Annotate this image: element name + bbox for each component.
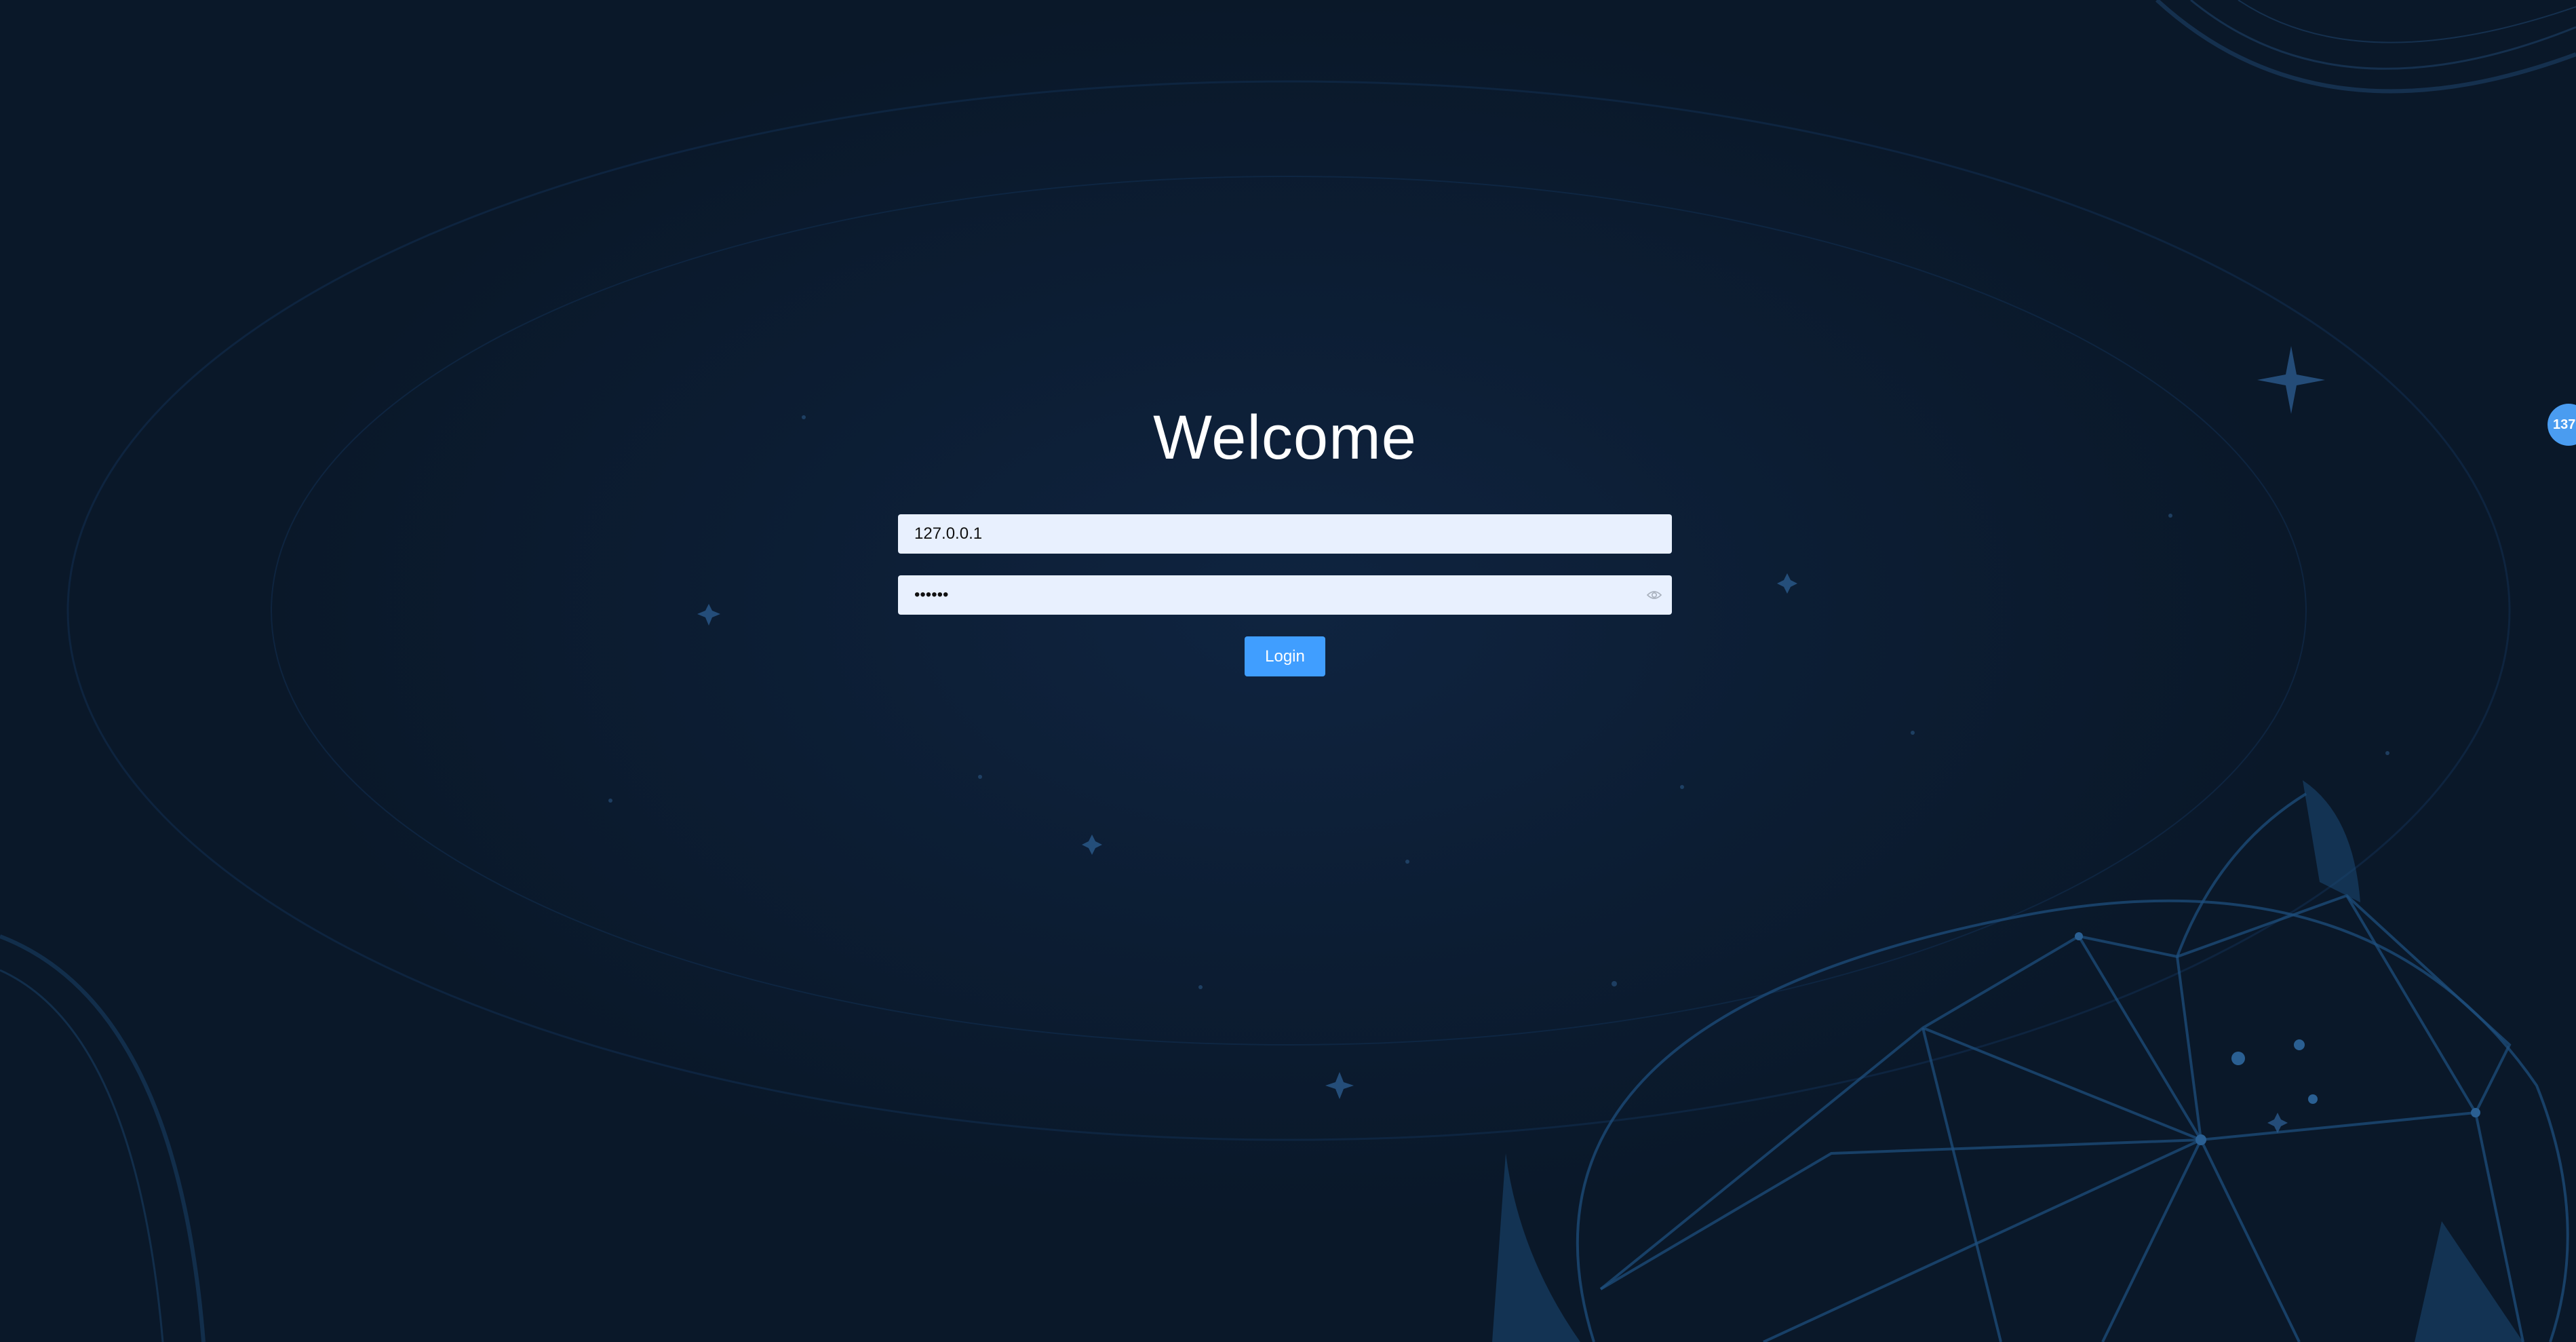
login-button[interactable]: Login bbox=[1245, 636, 1325, 676]
welcome-title: Welcome bbox=[1153, 403, 1417, 472]
password-input[interactable] bbox=[898, 575, 1672, 615]
host-input[interactable] bbox=[898, 514, 1672, 554]
password-field[interactable] bbox=[898, 575, 1672, 615]
host-field[interactable] bbox=[898, 514, 1672, 554]
side-badge-label: 137 bbox=[2553, 417, 2576, 432]
login-panel: Welcome Login bbox=[898, 400, 1672, 676]
login-page: Welcome Login 137 bbox=[0, 0, 2576, 1342]
button-row: Login bbox=[898, 636, 1672, 676]
eye-icon[interactable] bbox=[1646, 588, 1662, 602]
